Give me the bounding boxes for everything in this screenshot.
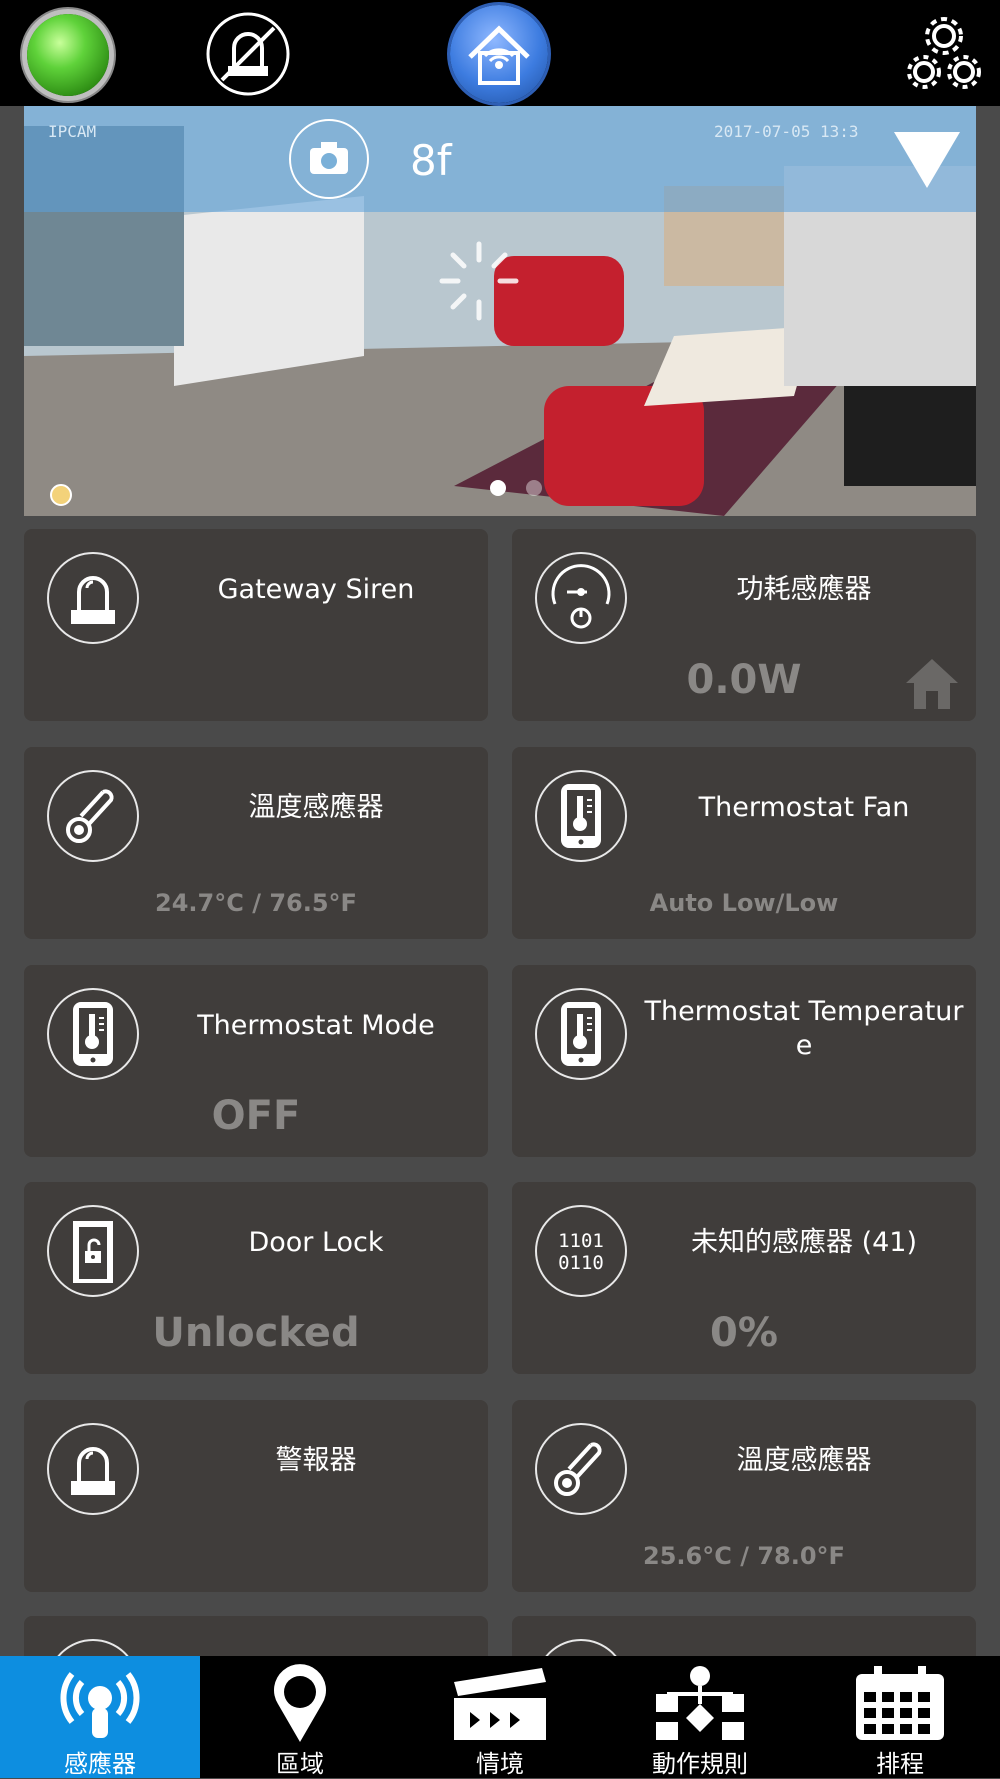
tab-label: 區域 <box>276 1750 324 1778</box>
sensor-name: Thermostat Temperature <box>644 996 964 1061</box>
home-icon[interactable] <box>904 655 960 711</box>
sensor-name: 警報器 <box>275 1445 357 1476</box>
tab-sensors[interactable]: 感應器 <box>0 1656 200 1778</box>
sensor-name: 功耗感應器 <box>736 574 872 605</box>
thermostat-icon <box>535 770 627 862</box>
calendar-icon <box>856 1666 944 1740</box>
camera-osd-left: IPCAM <box>48 122 97 141</box>
page-dot[interactable] <box>526 480 542 496</box>
tab-scenes[interactable]: 情境 <box>400 1656 600 1778</box>
sensor-name: Thermostat Fan <box>698 792 910 823</box>
sensor-tile[interactable]: Door Lock Unlocked <box>24 1182 488 1374</box>
sensor-name: 未知的感應器 (41) <box>690 1227 917 1258</box>
dropdown-arrow-icon[interactable] <box>892 130 962 190</box>
sensor-value: 24.7°C / 76.5°F <box>155 889 357 917</box>
sensor-tile[interactable]: Gateway Siren <box>24 529 488 721</box>
scene-clapper-icon <box>454 1668 546 1740</box>
thermometer-icon <box>47 770 139 862</box>
tab-label: 排程 <box>876 1750 924 1778</box>
sensor-value: Unlocked <box>152 1310 360 1356</box>
svg-text:0110: 0110 <box>558 1252 604 1274</box>
home-gateway-icon[interactable] <box>450 5 548 103</box>
sensor-icon <box>60 1672 140 1738</box>
page-dot-active[interactable] <box>490 480 506 496</box>
sensor-tile[interactable]: 警報器 <box>24 1400 488 1592</box>
settings-gear-icon[interactable] <box>904 14 984 94</box>
sensor-value: 0% <box>710 1310 778 1356</box>
bottom-tab-bar: 感應器 區域 情境 動作規則 排程 <box>0 1656 1000 1778</box>
thermostat-icon <box>47 988 139 1080</box>
top-bar <box>0 0 1000 106</box>
snapshot-camera-icon[interactable] <box>288 118 370 200</box>
thermostat-icon <box>535 988 627 1080</box>
sensor-name: Gateway Siren <box>217 574 415 605</box>
sensor-tile[interactable]: 1101 0110 未知的感應器 (41) 0% <box>512 1182 976 1374</box>
sensor-name: Thermostat Mode <box>197 1010 435 1041</box>
camera-name: 8f <box>410 136 452 185</box>
tab-rules[interactable]: 動作規則 <box>600 1656 800 1778</box>
tab-label: 動作規則 <box>652 1750 748 1778</box>
tab-label: 情境 <box>476 1750 524 1778</box>
binary-sensor-icon: 1101 0110 <box>535 1205 627 1297</box>
sensor-tile[interactable]: 功耗感應器 0.0W <box>512 529 976 721</box>
svg-text:1101: 1101 <box>558 1230 604 1252</box>
sensor-name: 溫度感應器 <box>248 792 384 823</box>
loading-spinner-icon <box>439 241 519 321</box>
connection-status-icon[interactable] <box>27 14 109 96</box>
sensor-tile[interactable]: Thermostat Fan Auto Low/Low <box>512 747 976 939</box>
tab-label: 感應器 <box>64 1750 136 1778</box>
sensor-value: OFF <box>211 1093 301 1139</box>
siren-icon <box>47 552 139 644</box>
record-indicator-icon <box>50 484 72 506</box>
sensor-name: 溫度感應器 <box>736 1445 872 1476</box>
sensor-name: Door Lock <box>248 1227 384 1258</box>
sensor-tile[interactable]: Thermostat Temperature <box>512 965 976 1157</box>
sensor-value: Auto Low/Low <box>649 889 839 917</box>
sensor-tile[interactable]: 溫度感應器 25.6°C / 78.0°F <box>512 1400 976 1592</box>
rules-icon <box>656 1666 744 1740</box>
camera-view[interactable]: 8f IPCAM 2017-07-05 13:3 <box>24 106 976 516</box>
thermometer-icon <box>535 1423 627 1515</box>
sensor-value: 25.6°C / 78.0°F <box>643 1542 845 1570</box>
sensor-tile[interactable]: 溫度感應器 24.7°C / 76.5°F <box>24 747 488 939</box>
tab-areas[interactable]: 區域 <box>200 1656 400 1778</box>
power-meter-icon <box>535 552 627 644</box>
door-lock-icon <box>47 1205 139 1297</box>
siren-icon <box>47 1423 139 1515</box>
location-pin-icon <box>274 1664 326 1742</box>
sensor-tile[interactable]: Thermostat Mode OFF <box>24 965 488 1157</box>
siren-mute-icon[interactable] <box>204 10 292 98</box>
tab-schedule[interactable]: 排程 <box>800 1656 1000 1778</box>
camera-osd-right: 2017-07-05 13:3 <box>714 122 859 141</box>
